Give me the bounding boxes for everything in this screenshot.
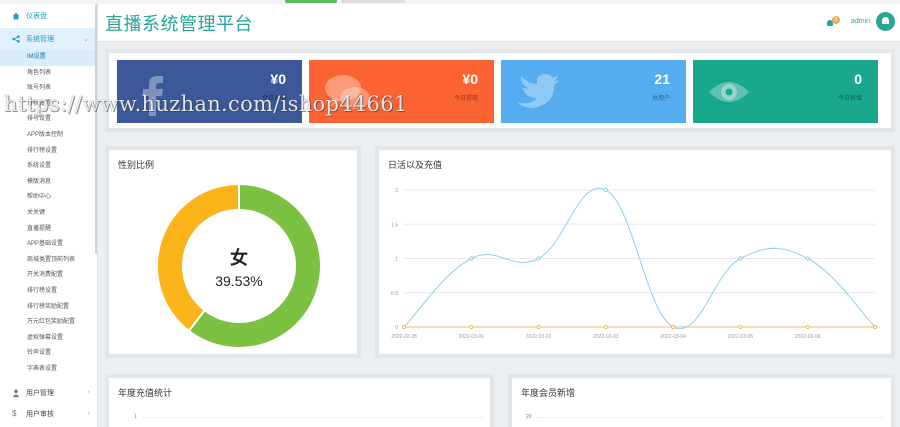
data-point[interactable] bbox=[536, 324, 541, 330]
page-title: 直播系统管理平台 bbox=[105, 14, 253, 34]
annual-members-panel: 年度会员新增 20 bbox=[508, 374, 895, 427]
panel-title: 年度会员新增 bbox=[521, 388, 576, 398]
stat-value: ¥0 bbox=[270, 71, 286, 87]
daily-line-chart: 0 0.5 1 1.5 2 2022-02-28 2022-03-01 2022-03-02 2… bbox=[391, 187, 878, 340]
sidebar-item-user-review[interactable]: $ 用户审核 › bbox=[0, 403, 97, 424]
sidebar-bottom-group: 用户管理 › $ 用户审核 › bbox=[0, 382, 97, 424]
user-icon bbox=[12, 389, 20, 397]
data-point[interactable] bbox=[872, 324, 878, 330]
x-tick-label: 2022-03-01 bbox=[458, 334, 484, 340]
chevron-right-icon: › bbox=[87, 389, 90, 396]
data-point[interactable] bbox=[401, 324, 407, 330]
y-tick-label: 1 bbox=[134, 414, 137, 420]
donut-center-label: 女 bbox=[230, 247, 248, 268]
annual-recharge-panel: 年度充值统计 1 bbox=[105, 374, 494, 427]
y-tick-label: 0.5 bbox=[391, 291, 398, 297]
submenu-item[interactable]: 关关键 bbox=[0, 206, 97, 222]
y-tick-label: 0 bbox=[395, 325, 398, 331]
submenu-item[interactable]: 模版消息 bbox=[0, 175, 97, 191]
admin-username[interactable]: admin bbox=[851, 18, 870, 25]
green-top-button[interactable] bbox=[285, 0, 337, 3]
submenu-item[interactable]: 商城类置顶前列表 bbox=[0, 253, 97, 269]
data-point[interactable] bbox=[805, 256, 810, 261]
avatar[interactable] bbox=[876, 12, 895, 31]
x-tick-label: 2022-03-05 bbox=[728, 334, 754, 340]
data-point[interactable] bbox=[805, 324, 810, 330]
submenu-item[interactable]: 系统设置 bbox=[0, 159, 97, 175]
stat-value: 0 bbox=[854, 71, 862, 87]
gridline bbox=[143, 417, 483, 418]
y-tick-label: 20 bbox=[526, 414, 532, 420]
submenu-item[interactable]: 虚拟弹幕设置 bbox=[0, 331, 97, 347]
data-point[interactable] bbox=[469, 256, 474, 261]
eye-icon bbox=[707, 72, 751, 117]
gray-top-button[interactable] bbox=[341, 0, 405, 3]
submenu-item[interactable]: 排行榜设置 bbox=[0, 284, 97, 300]
header-user-area: 0 admin bbox=[826, 12, 895, 31]
sidebar: 仪表盘 系统管理 ⌄ IM设置 角色列表 账号列表 审核设置 排号设置 APP版本控制 排行… bbox=[0, 4, 98, 427]
donut-center-value: 39.53% bbox=[215, 273, 262, 289]
gender-donut-chart: 女 39.53% bbox=[156, 182, 322, 349]
stat-label: 今日提现 bbox=[453, 96, 478, 102]
sidebar-item-label: 用户管理 bbox=[26, 389, 54, 397]
notification-badge: 0 bbox=[831, 15, 840, 24]
stat-card-total-users: 21 总用户 bbox=[501, 60, 686, 123]
twitter-bird-icon bbox=[515, 72, 559, 117]
sidebar-item-dashboard[interactable]: 仪表盘 bbox=[0, 4, 97, 28]
gridline bbox=[538, 417, 883, 418]
submenu-item[interactable]: 排行榜设置 bbox=[0, 144, 97, 160]
data-point[interactable] bbox=[469, 324, 474, 330]
data-point[interactable] bbox=[738, 324, 743, 330]
sidebar-item-user-management[interactable]: 用户管理 › bbox=[0, 382, 97, 403]
data-point[interactable] bbox=[671, 324, 676, 330]
stat-label: 今日新增 bbox=[837, 96, 862, 102]
data-point[interactable] bbox=[603, 187, 608, 193]
home-icon bbox=[12, 12, 20, 20]
submenu-item[interactable]: 直播提醒 bbox=[0, 222, 97, 238]
x-tick-label: 2022-03-02 bbox=[526, 334, 552, 340]
panel-title: 日活以及充值 bbox=[388, 160, 443, 170]
share-nodes-icon bbox=[12, 35, 20, 43]
x-tick-label: 2022-03-03 bbox=[593, 334, 619, 340]
submenu-item[interactable]: 万元红包奖励配置 bbox=[0, 315, 97, 331]
x-tick-label: 2022-03-04 bbox=[660, 334, 686, 340]
y-tick-label: 1.5 bbox=[391, 222, 398, 228]
stat-value: ¥0 bbox=[462, 71, 478, 87]
data-point[interactable] bbox=[603, 324, 608, 330]
data-point[interactable] bbox=[536, 256, 541, 261]
donut-slice-0[interactable] bbox=[156, 182, 240, 333]
submenu-item[interactable]: IM设置 bbox=[0, 50, 97, 66]
panel-title: 年度充值统计 bbox=[118, 388, 173, 398]
submenu-item[interactable]: 排行榜奖励配置 bbox=[0, 300, 97, 316]
gender-ratio-panel: 性别比例 女 39.53% bbox=[105, 146, 361, 358]
panel-title: 性别比例 bbox=[118, 160, 155, 170]
sidebar-item-label: 仪表盘 bbox=[26, 13, 47, 20]
y-tick-label: 2 bbox=[395, 188, 398, 194]
chevron-down-icon: ⌄ bbox=[83, 36, 89, 43]
daily-active-panel: 日活以及充值 0 0.5 1 1.5 2 2022-02-28 2022-03-01 2022… bbox=[375, 146, 895, 358]
submenu-item[interactable]: 开关消费配置 bbox=[0, 268, 97, 284]
stat-label: 总用户 bbox=[651, 96, 670, 102]
submenu-item[interactable]: APP基础设置 bbox=[0, 237, 97, 253]
submenu-item[interactable]: 角色列表 bbox=[0, 66, 97, 82]
submenu-item[interactable]: APP版本控制 bbox=[0, 128, 97, 144]
sidebar-item-system-management[interactable]: 系统管理 ⌄ bbox=[0, 28, 97, 50]
sidebar-item-label: 用户审核 bbox=[26, 410, 54, 418]
sidebar-item-label: 系统管理 bbox=[26, 36, 54, 43]
submenu-item[interactable]: 帮助中心 bbox=[0, 190, 97, 206]
notification-bell-icon[interactable]: 0 bbox=[826, 15, 840, 28]
dollar-icon: $ bbox=[12, 408, 17, 418]
watermark: https://www.huzhan.com/ishop44661 bbox=[4, 92, 408, 116]
submenu-item[interactable]: 铃声设置 bbox=[0, 346, 97, 362]
top-header: 直播系统管理平台 0 admin bbox=[98, 4, 900, 42]
x-tick-label: 2022-02-28 bbox=[391, 334, 417, 340]
x-tick-label: 2022-03-06 bbox=[795, 334, 821, 340]
y-tick-label: 1 bbox=[395, 257, 398, 263]
data-point[interactable] bbox=[738, 256, 743, 261]
stat-card-new-today: 0 今日新增 bbox=[693, 60, 878, 123]
stats-panel: ¥0 今日充值 ¥0 今日提现 21 总用户 0 今日新增 bbox=[105, 49, 895, 132]
stat-value: 21 bbox=[654, 71, 670, 87]
chevron-right-icon: › bbox=[87, 410, 90, 417]
submenu-item[interactable]: 字典表设置 bbox=[0, 362, 97, 378]
